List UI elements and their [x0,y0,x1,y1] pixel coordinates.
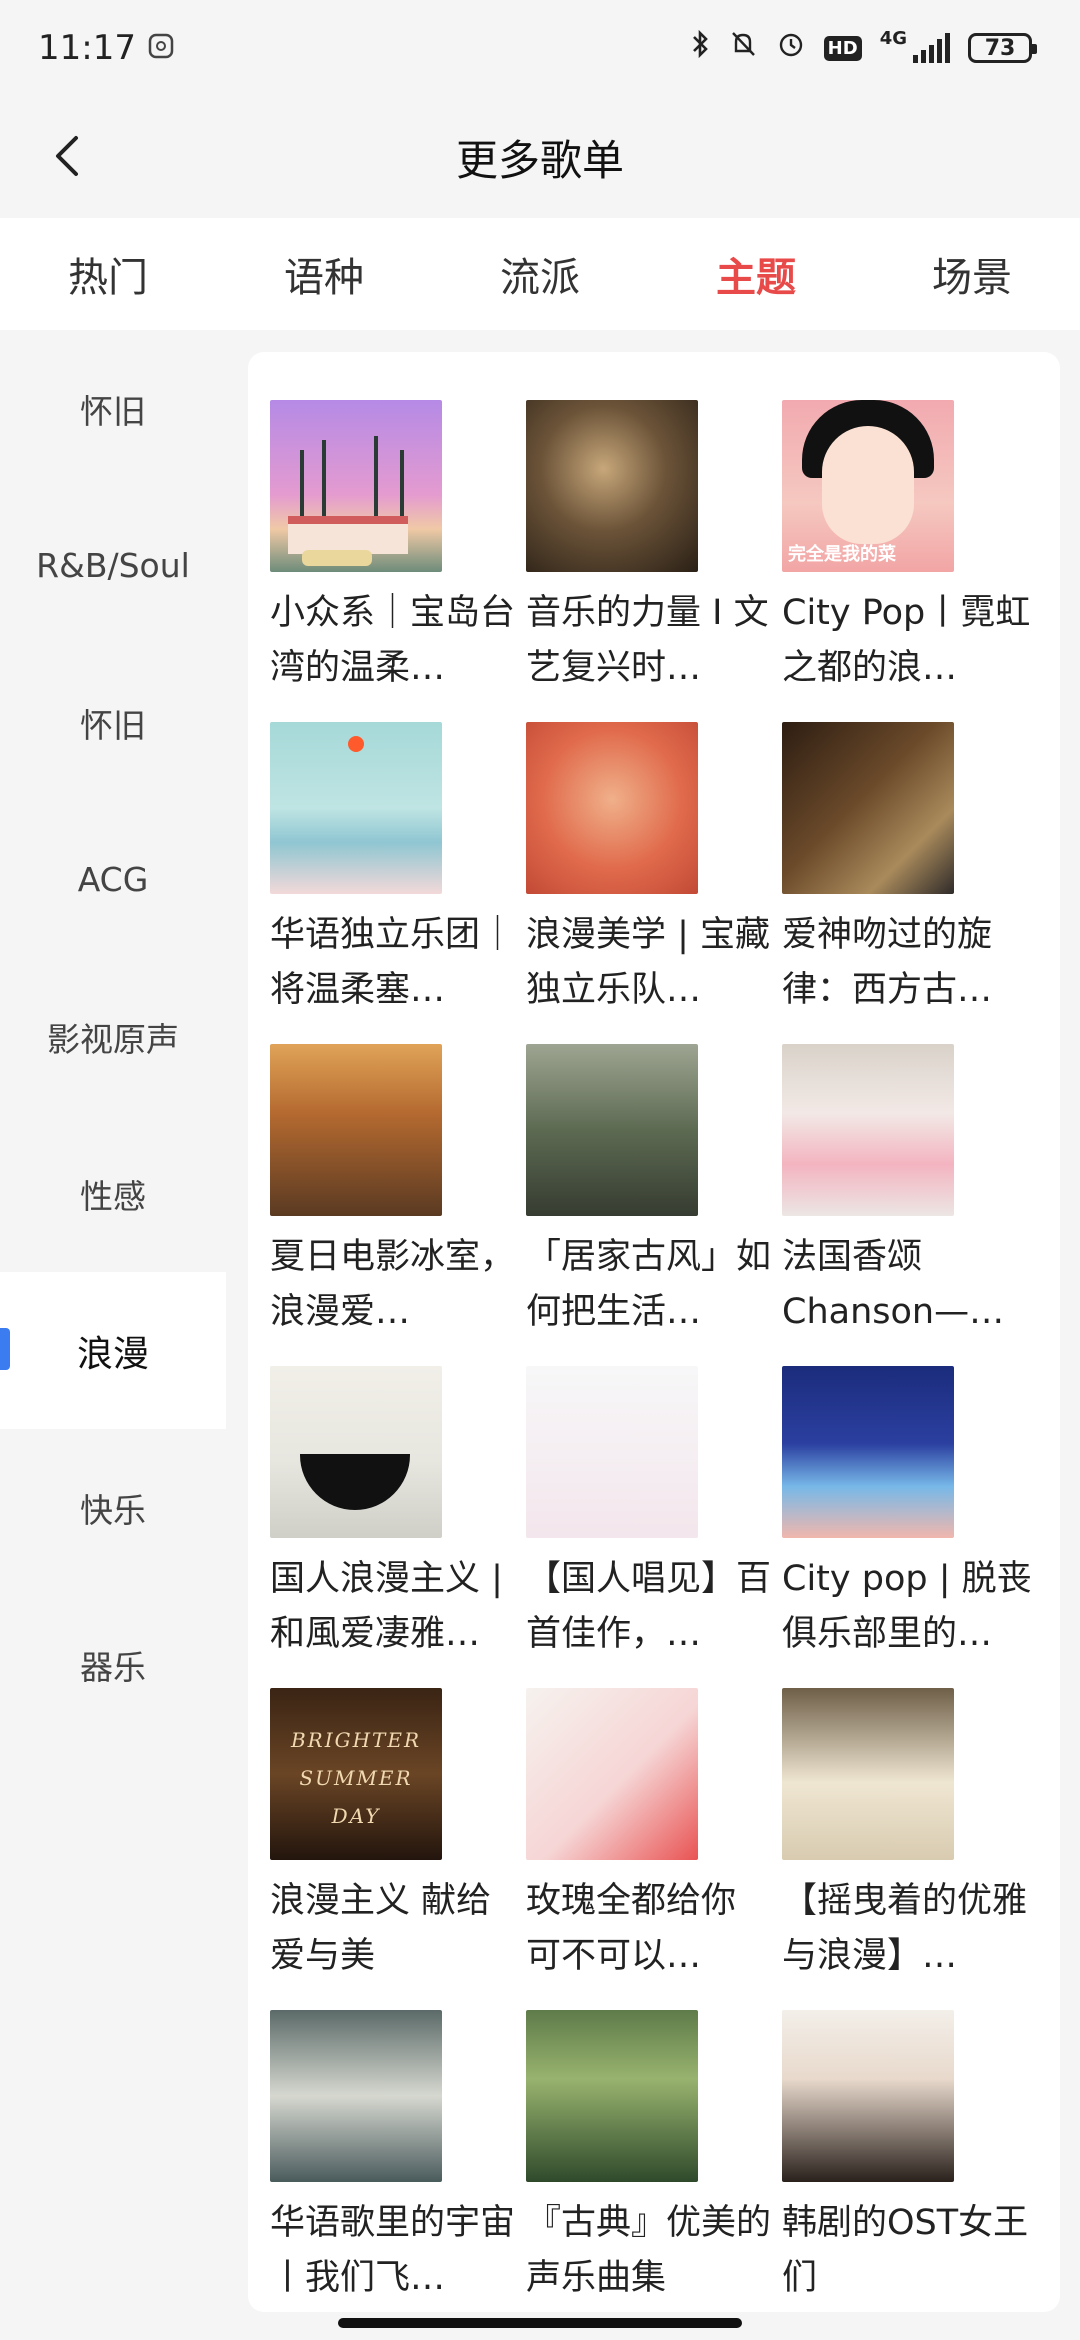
tab-theme[interactable]: 主题 [648,245,864,303]
playlist-cover [526,1688,698,1860]
playlist-cover [782,1688,954,1860]
back-arrow-icon [56,136,78,176]
playlist-cover [270,400,442,572]
playlist-cover [270,722,442,894]
playlist-card[interactable]: 法国香颂Chanson——永… [782,1044,1038,1366]
playlist-cover [526,722,698,894]
playlist-title: 玫瑰全都给你 可不可以… [526,1881,737,1976]
playlist-card[interactable]: 【摇曳着的优雅与浪漫】… [782,1688,1038,2010]
playlist-cover [782,1366,954,1538]
playlist-card[interactable]: 玫瑰全都给你 可不可以… [526,1688,782,2010]
playlist-title: 「居家古风」如何把生活… [526,1237,772,1332]
playlist-card[interactable]: 华语独立乐团｜将温柔塞… [270,722,526,1044]
tab-language[interactable]: 语种 [216,245,432,303]
playlist-cover [782,2010,954,2182]
tab-scene[interactable]: 场景 [864,245,1080,303]
playlist-card[interactable]: 【国人唱见】百首佳作，… [526,1366,782,1688]
playlist-card[interactable]: City pop | 脱丧俱乐部里的… [782,1366,1038,1688]
playlist-grid: 小众系｜宝岛台湾的温柔… 音乐的力量 I 文艺复兴时… 完全是我的菜 City … [270,400,1038,2312]
playlist-cover [270,1366,442,1538]
battery-level: 73 [984,35,1016,61]
playlist-panel: 小众系｜宝岛台湾的温柔… 音乐的力量 I 文艺复兴时… 完全是我的菜 City … [248,352,1060,2312]
playlist-title: City Pop丨霓虹之都的浪… [782,593,1031,688]
playlist-title: 『古典』优美的声乐曲集 [526,2203,772,2298]
playlist-card[interactable]: BRIGHTER SUMMER DAY 浪漫主义 献给爱与美 [270,1688,526,2010]
status-right: HD 4G 73 [690,27,1037,68]
alarm-icon [776,29,806,67]
playlist-title: 国人浪漫主义 | 和風爱凄雅… [270,1559,503,1654]
cover-caption: SUMMER [299,1766,413,1790]
back-button[interactable] [36,124,100,188]
playlist-card[interactable]: 韩剧的OST女王们 [782,2010,1038,2312]
playlist-cover [526,400,698,572]
playlist-cover [526,1366,698,1538]
sidebar-item-romantic[interactable]: 浪漫 [0,1272,226,1429]
cover-caption: BRIGHTER [290,1728,422,1752]
playlist-title: 浪漫主义 献给爱与美 [270,1881,492,1976]
cover-caption: 完全是我的菜 [788,544,896,565]
bluetooth-icon [690,28,710,68]
playlist-cover [270,2010,442,2182]
sidebar-item-soundtrack[interactable]: 影视原声 [0,958,226,1115]
sidebar-item-nostalgia-2[interactable]: 怀旧 [0,644,226,801]
playlist-card[interactable]: 华语歌里的宇宙丨我们飞… [270,2010,526,2312]
tab-genre[interactable]: 流派 [432,245,648,303]
playlist-card[interactable]: 『古典』优美的声乐曲集 [526,2010,782,2312]
sidebar-item-nostalgia[interactable]: 怀旧 [0,330,226,487]
status-bar: 11:17 HD 4G 73 [0,0,1080,96]
playlist-cover [526,2010,698,2182]
sidebar-item-instrumental[interactable]: 器乐 [0,1586,226,1743]
home-indicator[interactable] [338,2318,742,2328]
playlist-cover [782,722,954,894]
notification-icon [148,28,174,68]
playlist-cover: BRIGHTER SUMMER DAY [270,1688,442,1860]
hd-badge: HD [823,35,862,61]
sidebar-item-sexy[interactable]: 性感 [0,1115,226,1272]
playlist-card[interactable]: 完全是我的菜 City Pop丨霓虹之都的浪… [782,400,1038,722]
status-time: 11:17 [38,28,136,68]
playlist-card[interactable]: 爱神吻过的旋律：西方古… [782,722,1038,1044]
playlist-cover [782,1044,954,1216]
playlist-cover [270,1044,442,1216]
playlist-title: 小众系｜宝岛台湾的温柔… [270,593,516,688]
playlist-title: 华语独立乐团｜将温柔塞… [270,915,516,1010]
sidebar-item-rnb-soul[interactable]: R&B/Soul [0,487,226,644]
mute-icon [728,29,758,67]
header: 更多歌单 [0,96,1080,218]
playlist-cover: 完全是我的菜 [782,400,954,572]
playlist-title: 法国香颂Chanson——永… [782,1237,1005,1332]
playlist-title: City pop | 脱丧俱乐部里的… [782,1559,1032,1654]
playlist-title: 【国人唱见】百首佳作，… [526,1559,772,1654]
playlist-card[interactable]: 夏日电影冰室，浪漫爱… [270,1044,526,1366]
playlist-card[interactable]: 浪漫美学 | 宝藏独立乐队… [526,722,782,1044]
playlist-title: 【摇曳着的优雅与浪漫】… [782,1881,1028,1976]
sidebar-item-acg[interactable]: ACG [0,801,226,958]
playlist-title: 音乐的力量 I 文艺复兴时… [526,593,769,688]
playlist-title: 夏日电影冰室，浪漫爱… [270,1237,516,1332]
tab-hot[interactable]: 热门 [0,245,216,303]
signal-icon [913,33,950,63]
playlist-title: 华语歌里的宇宙丨我们飞… [270,2203,516,2298]
playlist-card[interactable]: 国人浪漫主义 | 和風爱凄雅… [270,1366,526,1688]
network-label: 4G [879,27,907,49]
playlist-title: 爱神吻过的旋律：西方古… [782,915,993,1010]
battery-indicator: 73 [968,33,1037,63]
playlist-card[interactable]: 小众系｜宝岛台湾的温柔… [270,400,526,722]
category-tabs: 热门 语种 流派 主题 场景 [0,218,1080,330]
playlist-title: 浪漫美学 | 宝藏独立乐队… [526,915,771,1010]
playlist-cover [526,1044,698,1216]
playlist-card[interactable]: 音乐的力量 I 文艺复兴时… [526,400,782,722]
cover-caption: DAY [331,1804,381,1828]
page-title: 更多歌单 [455,135,624,185]
sidebar: 怀旧 R&B/Soul 怀旧 ACG 影视原声 性感 浪漫 快乐 器乐 [0,330,226,1740]
playlist-card[interactable]: 「居家古风」如何把生活… [526,1044,782,1366]
status-left: 11:17 [38,28,174,68]
playlist-title: 韩剧的OST女王们 [782,2203,1029,2298]
sidebar-item-happy[interactable]: 快乐 [0,1429,226,1586]
